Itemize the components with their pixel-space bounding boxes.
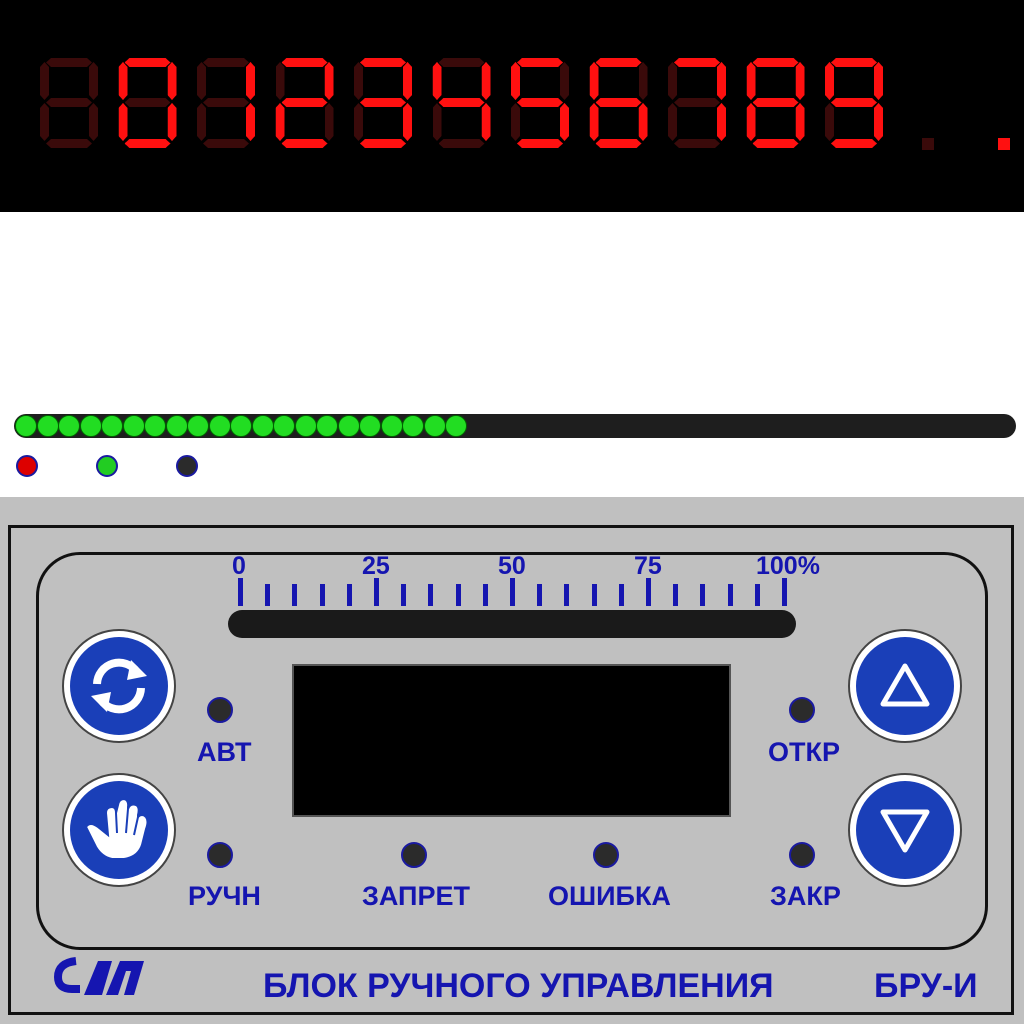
scale-tick <box>455 584 461 606</box>
scale-tick <box>646 578 651 606</box>
scale-tick <box>346 584 352 606</box>
bar-led <box>273 415 295 437</box>
triangle-down-icon <box>880 809 930 853</box>
label-zakr: ЗАКР <box>770 881 841 911</box>
decimal-point <box>998 138 1010 150</box>
led-bar-graph <box>14 414 1016 438</box>
indicator-green <box>96 455 118 477</box>
scale-tick <box>401 584 407 606</box>
scale-tick <box>482 584 488 606</box>
scale-tick <box>727 584 733 606</box>
open-up-button[interactable] <box>848 629 962 743</box>
company-logo-icon <box>54 957 144 995</box>
scale-tick <box>374 578 379 606</box>
led-zapret <box>401 842 427 868</box>
scale-tick <box>265 584 271 606</box>
bar-led <box>58 415 80 437</box>
scale-tick <box>510 578 515 606</box>
bar-led <box>294 415 317 437</box>
segment-display <box>0 0 1024 212</box>
refresh-arrows-icon <box>91 658 147 714</box>
scale-tick <box>591 584 597 606</box>
bar-led <box>15 415 37 437</box>
scale-label-0: 0 <box>232 552 246 580</box>
scale-label-75: 75 <box>634 552 662 580</box>
scale-tick <box>618 584 624 606</box>
bar-led <box>380 415 403 437</box>
scale-tick <box>564 584 570 606</box>
scale-tick <box>537 584 543 606</box>
scale-tick <box>238 578 243 606</box>
seven-segment-digit <box>747 58 805 148</box>
seven-segment-digit <box>668 58 726 148</box>
label-otkr: ОТКР <box>768 737 840 767</box>
led-oshibka <box>593 842 619 868</box>
label-ruchn: РУЧН <box>188 881 261 911</box>
bar-led <box>423 415 446 437</box>
bar-led <box>101 415 123 437</box>
led-zakr <box>789 842 815 868</box>
bar-led <box>316 415 338 437</box>
scale-tick <box>319 584 325 606</box>
bar-led <box>208 415 231 437</box>
bar-led <box>187 415 209 437</box>
bar-led <box>359 415 381 437</box>
seven-segment-digit <box>433 58 491 148</box>
seven-segment-digit <box>119 58 177 148</box>
scale-label-100: 100% <box>756 552 820 580</box>
scale-label-50: 50 <box>498 552 526 580</box>
auto-mode-button[interactable] <box>62 629 176 743</box>
bar-led <box>79 415 102 437</box>
scale-tick <box>700 584 706 606</box>
scale-tick <box>428 584 434 606</box>
bar-led <box>144 415 166 437</box>
label-avt: АВТ <box>197 737 252 767</box>
bar-led <box>402 415 424 437</box>
scale-tick <box>292 584 298 606</box>
led-otkr <box>789 697 815 723</box>
seven-segment-digit <box>511 58 569 148</box>
seven-segment-digit <box>40 58 98 148</box>
label-zapret: ЗАПРЕТ <box>362 881 470 911</box>
seven-segment-digit <box>590 58 648 148</box>
bar-led <box>251 415 274 437</box>
scale-label-25: 25 <box>362 552 390 580</box>
triangle-up-icon <box>880 663 930 707</box>
bar-led <box>165 415 188 437</box>
hand-icon <box>84 797 149 860</box>
seven-segment-digit <box>354 58 412 148</box>
bar-led <box>445 415 467 437</box>
panel-title: БЛОК РУЧНОГО УПРАВЛЕНИЯ <box>263 967 774 1005</box>
center-display-window <box>292 664 731 817</box>
bar-led <box>337 415 360 437</box>
seven-segment-digit <box>825 58 883 148</box>
indicator-red <box>16 455 38 477</box>
led-ruchn <box>207 842 233 868</box>
model-name: БРУ-И <box>874 967 978 1005</box>
close-down-button[interactable] <box>848 773 962 887</box>
scale-tick <box>673 584 679 606</box>
indicator-dark <box>176 455 198 477</box>
decimal-point <box>922 138 934 150</box>
bar-led <box>122 415 145 437</box>
scale-tick <box>754 584 760 606</box>
led-avt <box>207 697 233 723</box>
bar-led <box>230 415 252 437</box>
seven-segment-digit <box>276 58 334 148</box>
seven-segment-digit <box>197 58 255 148</box>
scale-tick <box>782 578 787 606</box>
label-oshibka: ОШИБКА <box>548 881 671 911</box>
bar-led <box>36 415 59 437</box>
scale-track <box>228 610 796 638</box>
manual-mode-button[interactable] <box>62 773 176 887</box>
